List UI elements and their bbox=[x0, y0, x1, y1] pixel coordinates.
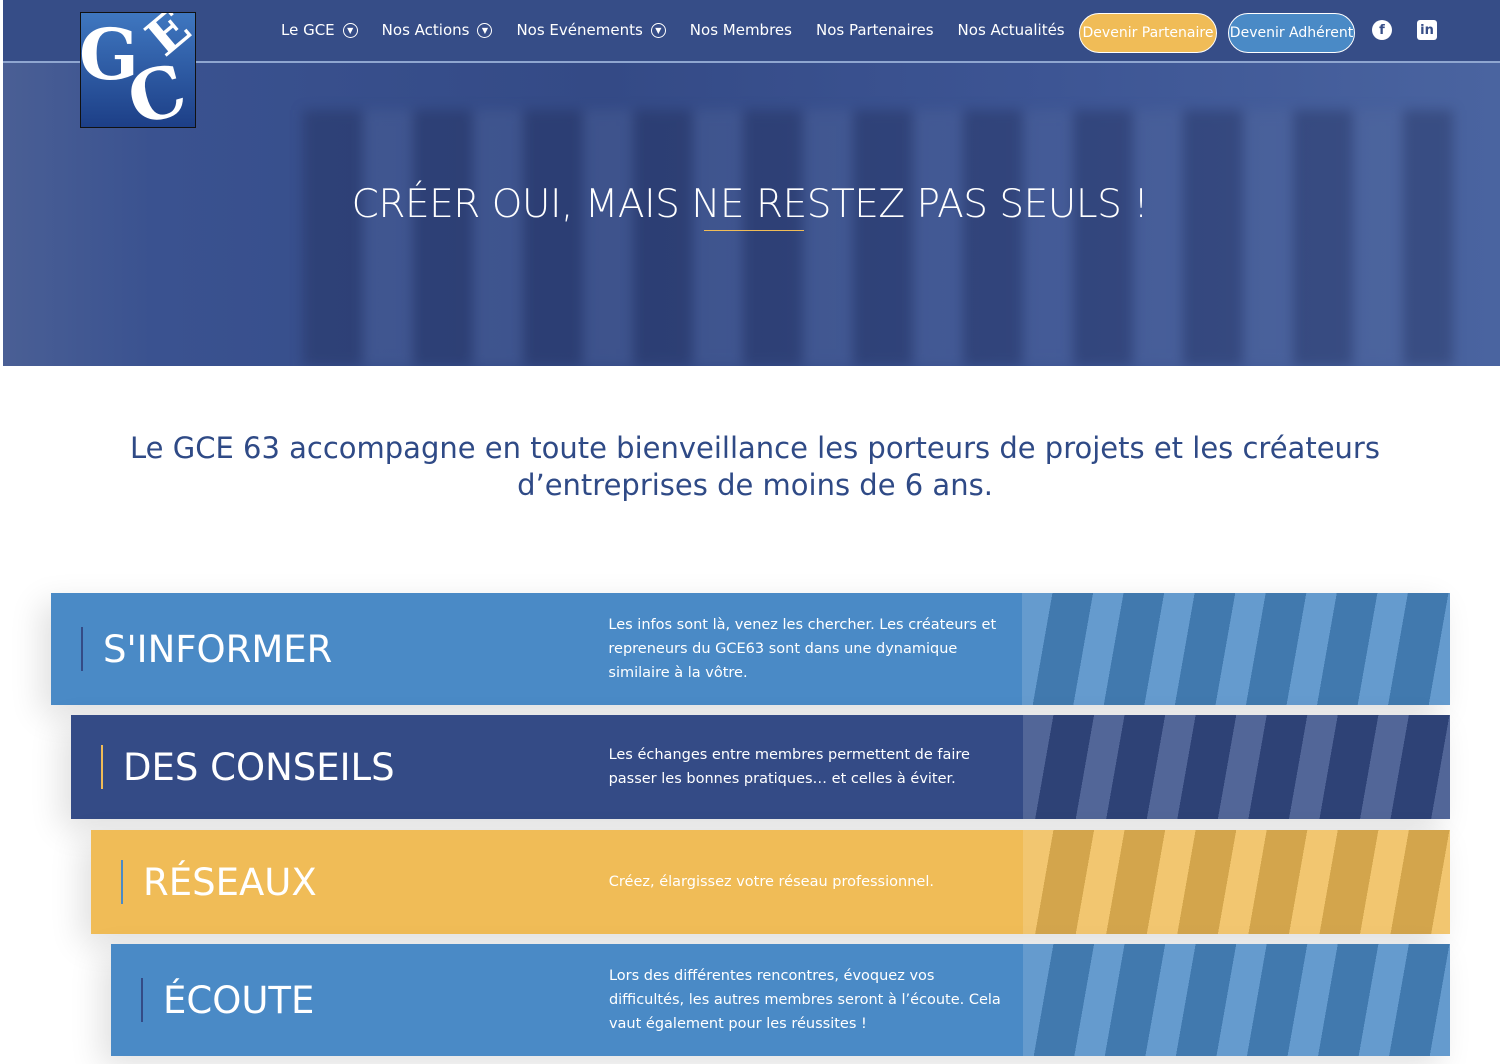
title-underline bbox=[704, 230, 804, 231]
linkedin-icon[interactable]: in bbox=[1417, 20, 1437, 40]
chevron-down-icon: ▼ bbox=[477, 22, 493, 38]
main-menu: Le GCE ▼ Nos Actions ▼ Nos Evénements ▼ Nos… bbox=[281, 21, 1065, 39]
hero-photo bbox=[303, 110, 1453, 366]
row-photo bbox=[1022, 593, 1451, 705]
row-reseaux: RÉSEAUX Créez, élargissez votre réseau p… bbox=[91, 830, 1450, 934]
row-title: S'INFORMER bbox=[51, 593, 608, 705]
chevron-down-icon: ▼ bbox=[650, 22, 666, 38]
menu-item-nos-actualites[interactable]: Nos Actualités bbox=[958, 21, 1065, 39]
menu-item-nos-membres[interactable]: Nos Membres bbox=[690, 21, 792, 39]
gce-logo[interactable]: GEC bbox=[80, 12, 196, 128]
row-text: Les infos sont là, venez les chercher. L… bbox=[608, 617, 997, 681]
chevron-down-icon: ▼ bbox=[342, 22, 358, 38]
menu-item-nos-actions[interactable]: Nos Actions ▼ bbox=[382, 21, 493, 39]
row-text: Lors des différentes rencontres, évoquez… bbox=[608, 968, 1001, 1032]
row-ecoute: ÉCOUTE Lors des différentes rencontres, … bbox=[111, 944, 1450, 1056]
row-photo bbox=[1022, 944, 1450, 1056]
row-title: DES CONSEILS bbox=[71, 715, 609, 819]
row-title: ÉCOUTE bbox=[111, 944, 609, 1056]
devenir-partenaire-button[interactable]: Devenir Partenaire bbox=[1079, 13, 1217, 53]
hero-title: CRÉER OUI, MAIS NE RESTEZ PAS SEULS ! bbox=[351, 182, 1149, 227]
devenir-adherent-button[interactable]: Devenir Adhérent bbox=[1228, 13, 1355, 53]
intro-text: Le GCE 63 accompagne en toute bienveilla… bbox=[130, 431, 1380, 502]
row-text: Les échanges entre membres permettent de… bbox=[608, 747, 970, 787]
menu-label: Nos Actions bbox=[381, 21, 470, 39]
row-photo bbox=[1022, 715, 1450, 819]
menu-label: Le GCE bbox=[281, 21, 335, 39]
row-title: RÉSEAUX bbox=[91, 830, 609, 934]
menu-label: Nos Evénements bbox=[516, 21, 643, 39]
row-text: Créez, élargissez votre réseau professio… bbox=[608, 874, 934, 890]
menu-item-nos-partenaires[interactable]: Nos Partenaires bbox=[816, 21, 934, 39]
menu-item-nos-evenements[interactable]: Nos Evénements ▼ bbox=[516, 21, 666, 39]
navbar: Le GCE ▼ Nos Actions ▼ Nos Evénements ▼ Nos… bbox=[3, 0, 1500, 63]
row-photo bbox=[1022, 830, 1450, 934]
facebook-icon[interactable]: f bbox=[1372, 20, 1392, 40]
menu-item-le-gce[interactable]: Le GCE ▼ bbox=[281, 21, 358, 39]
row-des-conseils: DES CONSEILS Les échanges entre membres … bbox=[71, 715, 1450, 819]
row-sinformer: S'INFORMER Les infos sont là, venez les … bbox=[51, 593, 1451, 705]
